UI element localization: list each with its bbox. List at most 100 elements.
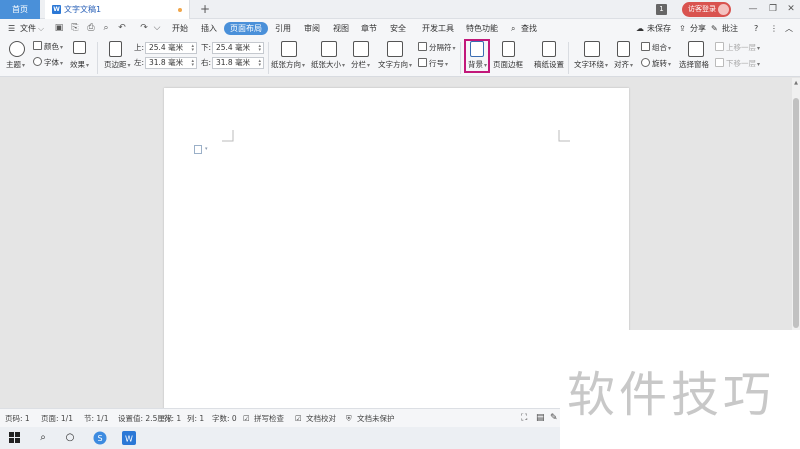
selection-pane-button[interactable]: 选择窗格 [679,59,709,70]
help-button[interactable]: ? [754,19,758,38]
tab-review[interactable]: 审阅 [304,19,320,38]
wps-app-icon[interactable]: W [121,430,137,446]
margins-icon[interactable] [109,41,122,57]
tab-insert[interactable]: 插入 [201,19,217,38]
text-wrap-button[interactable]: 文字环绕▾ [574,59,608,71]
file-menu[interactable]: 文件 [20,19,36,38]
top-margin-field[interactable]: 25.4 毫米 ▴ ▾ [145,42,197,54]
font-icon [33,57,42,66]
tab-page-layout[interactable]: 页面布局 [224,22,268,35]
share-button[interactable]: 分享 [690,19,706,38]
focus-mode-icon[interactable]: ⛶ [521,409,527,428]
document-tab[interactable]: W 文字文稿1 [45,0,190,19]
right-margin-field[interactable]: 31.8 毫米 ▴ ▾ [212,57,264,69]
print-icon[interactable]: ⎙ [85,22,97,34]
customize-icon[interactable]: ⌵ [151,22,163,34]
align-icon[interactable] [617,41,630,57]
breaks-button[interactable]: 分隔符▾ [418,42,456,54]
colors-button[interactable]: 颜色▾ [33,41,63,53]
effects-icon[interactable] [73,41,86,54]
scrollbar-thumb[interactable] [793,98,799,328]
bring-forward-button[interactable]: 上移一层▾ [715,42,760,54]
status-row: 行: 1 [164,414,182,423]
orientation-button[interactable]: 纸张方向▾ [271,59,305,71]
status-col: 列: 1 [187,414,205,423]
paper-size-icon[interactable] [321,41,337,57]
effects-button[interactable]: 效果▾ [70,59,89,71]
restore-button[interactable]: ❐ [764,0,782,19]
watermark-text: 软件技巧 [567,367,776,423]
tab-view[interactable]: 视图 [333,19,349,38]
paragraph-layout-icon[interactable] [194,145,202,154]
paper-size-button[interactable]: 纸张大小▾ [311,59,345,71]
columns-button[interactable]: 分栏▾ [351,59,370,71]
paper-setup-icon[interactable] [542,41,556,57]
tab-features[interactable]: 特色功能 [466,19,498,38]
edit-icon[interactable]: ✎ [550,409,558,428]
menu-icon[interactable]: ☰ [8,19,15,38]
save-icon[interactable]: ▣ [53,22,65,34]
tab-security[interactable]: 安全 [390,19,406,38]
task-view-icon[interactable]: ○ [62,430,78,446]
protect-button[interactable]: 文档未保护 [357,409,395,428]
separator [268,42,269,74]
tab-references[interactable]: 引用 [275,19,291,38]
paragraph-layout-caret-icon[interactable]: ▾ [205,146,208,152]
orientation-icon[interactable] [281,41,297,57]
status-words[interactable]: 字数: 0 [212,409,237,428]
svg-text:W: W [125,435,133,444]
redo-icon[interactable]: ↷ [138,22,150,34]
margins-button[interactable]: 页边距▾ [104,59,131,71]
file-dropdown-icon[interactable]: ⌵ [38,19,44,38]
text-direction-icon[interactable] [387,41,403,57]
proofread-button[interactable]: 文档校对 [306,409,336,428]
login-label: 访客登录 [688,5,716,13]
share-icon: ⇪ [679,24,686,33]
bottom-margin-label: 下: [201,43,212,52]
columns-icon[interactable] [353,41,369,57]
text-wrap-icon[interactable] [584,41,600,57]
rotate-button[interactable]: 旋转▾ [641,58,671,70]
text-direction-button[interactable]: 文字方向▾ [378,59,412,71]
separator [97,42,98,74]
window-count-badge[interactable]: 1 [656,4,667,15]
scroll-up-icon[interactable]: ▲ [792,80,800,86]
tab-start[interactable]: 开始 [172,19,188,38]
minimize-button[interactable]: — [744,0,762,19]
title-bar: 首页 W 文字文稿1 + 1 访客登录 — ❐ ✕ [0,0,800,19]
group-button[interactable]: 组合▾ [641,42,671,54]
align-button[interactable]: 对齐▾ [614,59,633,71]
paper-setup-button[interactable]: 稿纸设置 [534,59,564,70]
search-icon[interactable]: ⌕ [511,19,515,38]
windows-start-icon[interactable] [7,430,23,446]
close-button[interactable]: ✕ [782,0,800,19]
fonts-button[interactable]: 字体▾ [33,57,63,69]
tab-developer[interactable]: 开发工具 [422,19,454,38]
export-icon[interactable]: ⎘ [69,22,81,34]
home-tab[interactable]: 首页 [0,0,40,19]
left-margin-field[interactable]: 31.8 毫米 ▴ ▾ [145,57,197,69]
login-button[interactable]: 访客登录 [682,2,731,17]
tab-sections[interactable]: 章节 [361,19,377,38]
collapse-ribbon-icon[interactable]: ︿ [785,19,793,38]
search-button[interactable]: 查找 [521,19,537,38]
page-view-icon[interactable]: ▤ [536,409,545,428]
bottom-margin-field[interactable]: 25.4 毫米 ▴ ▾ [212,42,264,54]
status-pages: 页面: 1/1 [41,414,73,423]
theme-button[interactable]: 主题▾ [6,59,25,71]
preview-icon[interactable]: ⌕ [100,22,112,34]
unsaved-button[interactable]: 未保存 [647,19,671,38]
page-border-button[interactable]: 页面边框 [493,59,523,70]
more-icon[interactable]: ⋮ [770,19,778,38]
send-backward-button[interactable]: 下移一层▾ [715,58,760,70]
taskbar-search-icon[interactable]: ⌕ [35,430,51,446]
sogou-app-icon[interactable]: S [92,430,108,446]
comment-button[interactable]: 批注 [722,19,738,38]
spell-check-button[interactable]: 拼写检查 [254,409,284,428]
page-border-icon[interactable] [502,41,515,57]
selection-pane-icon[interactable] [688,41,704,57]
theme-icon[interactable] [9,41,25,57]
line-numbers-button[interactable]: 行号▾ [418,58,448,70]
new-tab-button[interactable]: + [198,0,212,19]
undo-icon[interactable]: ↶ [116,22,128,34]
